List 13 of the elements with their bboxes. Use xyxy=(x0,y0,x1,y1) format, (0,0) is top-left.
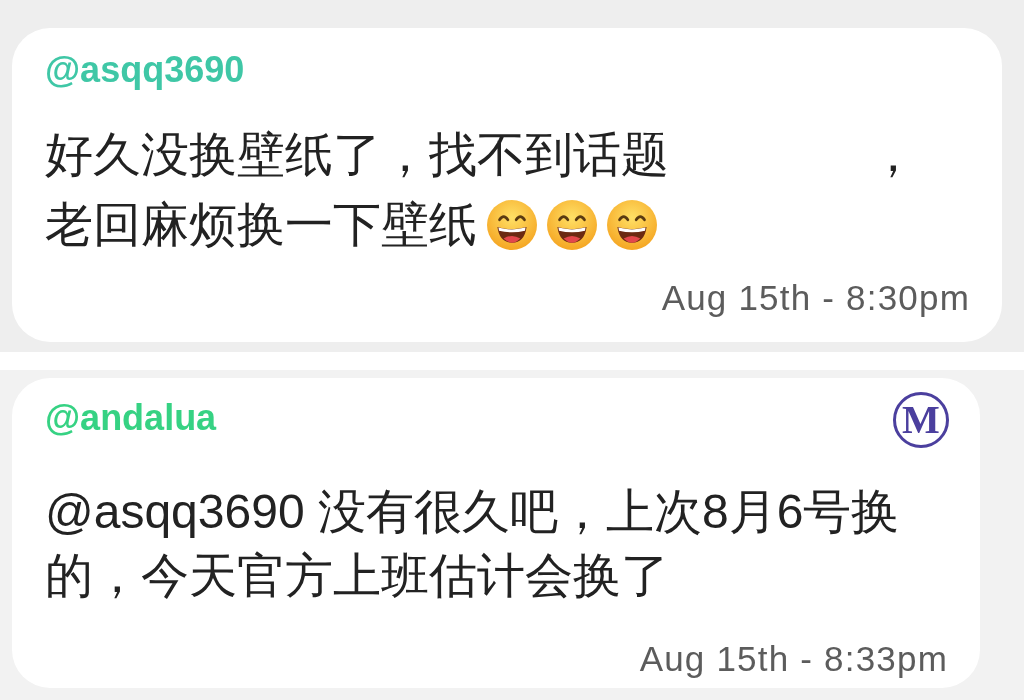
message-text: 的，今天官方上班估计会换了 xyxy=(45,548,669,604)
username[interactable]: @asqq3690 xyxy=(45,48,245,92)
grinning-face-icon xyxy=(547,200,597,250)
grinning-face-icon xyxy=(607,200,657,250)
message-text: ， xyxy=(869,127,917,183)
message-text: 老回麻烦换一下壁纸 xyxy=(45,197,477,253)
timestamp: Aug 15th - 8:33pm xyxy=(639,639,948,679)
grinning-face-icon xyxy=(487,200,537,250)
message-text: @asqq3690 没有很久吧，上次8月6号换 xyxy=(45,484,900,540)
message-text: 好久没换壁纸了，找不到话题 xyxy=(45,127,669,183)
timestamp: Aug 15th - 8:30pm xyxy=(661,278,970,318)
user-badge: M xyxy=(893,392,949,448)
username[interactable]: @andalua xyxy=(45,396,217,440)
